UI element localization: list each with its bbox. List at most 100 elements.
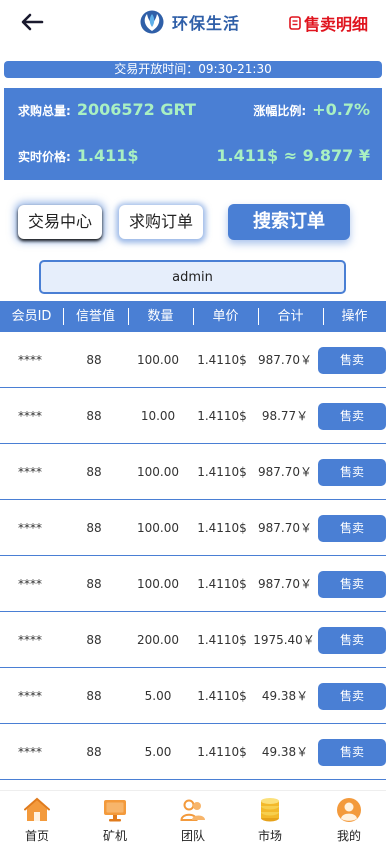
change-ratio-value: +0.7% — [312, 100, 370, 119]
table-row: **** 88 100.00 1.4110$ 987.70￥ 售卖 — [0, 556, 386, 612]
tab-home[interactable]: 首页 — [7, 797, 67, 844]
member-id-cell: **** — [18, 465, 42, 479]
sell-button[interactable]: 售卖 — [318, 571, 386, 598]
quantity-cell: 100.00 — [137, 577, 179, 591]
unit-price-cell: 1.4110$ — [197, 633, 247, 647]
sell-button[interactable]: 售卖 — [318, 459, 386, 486]
sell-button[interactable]: 售卖 — [318, 403, 386, 430]
member-id-cell: **** — [18, 633, 42, 647]
total-cell: 987.70￥ — [258, 465, 312, 479]
credit-cell: 88 — [86, 465, 102, 479]
member-id-cell: **** — [18, 409, 42, 423]
trade-center-button[interactable]: 交易中心 — [18, 205, 102, 239]
credit-cell: 88 — [86, 409, 102, 423]
sales-detail-link[interactable]: 售卖明细 — [289, 11, 368, 35]
member-id-cell: **** — [18, 745, 42, 759]
credit-cell: 88 — [86, 745, 102, 759]
credit-cell: 88 — [86, 633, 102, 647]
total-cell: 987.70￥ — [258, 577, 312, 591]
unit-price-cell: 1.4110$ — [197, 577, 247, 591]
tab-miner[interactable]: 矿机 — [85, 797, 145, 844]
unit-price-cell: 1.4110$ — [197, 409, 247, 423]
unit-price-cell: 1.4110$ — [197, 353, 247, 367]
credit-cell: 88 — [86, 689, 102, 703]
quantity-cell: 100.00 — [137, 521, 179, 535]
tab-market[interactable]: 市场 — [240, 797, 300, 844]
unit-price-cell: 1.4110$ — [197, 689, 247, 703]
tab-miner-label: 矿机 — [102, 829, 127, 843]
table-row: **** 88 100.00 1.4110$ 987.70￥ 售卖 — [0, 444, 386, 500]
unit-price-cell: 1.4110$ — [197, 521, 247, 535]
total-cell: 987.70￥ — [258, 353, 312, 367]
sell-button[interactable]: 售卖 — [318, 515, 386, 542]
home-icon — [24, 797, 50, 821]
quantity-cell: 5.00 — [144, 745, 172, 759]
total-buy-value: 2006572 GRT — [76, 100, 196, 119]
table-row: **** 88 100.00 1.4110$ 987.70￥ 售卖 — [0, 500, 386, 556]
sell-button[interactable]: 售卖 — [318, 627, 386, 654]
header: 环保生活 售卖明细 — [0, 0, 386, 44]
table-row: **** 88 200.00 1.4110$ 1975.40￥ 售卖 — [0, 612, 386, 668]
col-credit: 信誉值 — [75, 309, 115, 324]
trading-hours-banner: 交易开放时间：09:30-21:30 — [4, 61, 382, 78]
buy-orders-button[interactable]: 求购订单 — [119, 205, 203, 239]
price-conversion: 1.411$ ≈ 9.877 ¥ — [216, 146, 370, 165]
tab-market-label: 市场 — [257, 829, 282, 843]
total-cell: 1975.40￥ — [253, 633, 315, 647]
quantity-cell: 5.00 — [144, 689, 172, 703]
sales-detail-label: 售卖明细 — [303, 15, 368, 34]
realtime-price-value: 1.411$ — [76, 146, 139, 165]
tab-team-label: 团队 — [180, 829, 205, 843]
coins-icon — [261, 798, 279, 822]
back-arrow-icon[interactable] — [20, 12, 44, 32]
col-quantity: 数量 — [147, 309, 174, 324]
tab-mine[interactable]: 我的 — [319, 797, 379, 844]
total-cell: 98.77￥ — [261, 409, 309, 423]
receipt-icon — [289, 16, 301, 30]
quantity-cell: 100.00 — [137, 353, 179, 367]
col-action: 操作 — [341, 309, 368, 324]
tab-home-label: 首页 — [24, 829, 49, 843]
search-orders-button[interactable]: 搜索订单 — [228, 204, 350, 240]
sell-button[interactable]: 售卖 — [318, 739, 386, 766]
credit-cell: 88 — [86, 577, 102, 591]
credit-cell: 88 — [86, 353, 102, 367]
member-id-cell: **** — [18, 577, 42, 591]
change-ratio-label: 涨幅比例: — [253, 104, 307, 118]
tab-team[interactable]: 团队 — [163, 797, 223, 844]
table-row: **** 88 5.00 1.4110$ 49.38￥ 售卖 — [0, 724, 386, 780]
realtime-price-label: 实时价格: — [18, 150, 71, 164]
leaf-logo-icon — [140, 10, 164, 34]
brand: 环保生活 — [138, 9, 240, 35]
unit-price-cell: 1.4110$ — [197, 745, 247, 759]
quantity-cell: 100.00 — [137, 465, 179, 479]
table-row: **** 88 10.00 1.4110$ 98.77￥ 售卖 — [0, 388, 386, 444]
credit-cell: 88 — [86, 521, 102, 535]
search-input[interactable] — [39, 260, 346, 294]
stats-panel: 求购总量: 2006572 GRT 涨幅比例: +0.7% 实时价格: 1.41… — [4, 88, 382, 180]
total-cell: 49.38￥ — [261, 689, 309, 703]
bottom-tab-bar: 首页 矿机 团队 市场 我的 — [0, 790, 386, 846]
profile-icon — [337, 798, 361, 822]
member-id-cell: **** — [18, 521, 42, 535]
unit-price-cell: 1.4110$ — [197, 465, 247, 479]
col-total: 合计 — [277, 309, 304, 324]
team-icon — [180, 799, 205, 821]
member-id-cell: **** — [18, 689, 42, 703]
sell-button[interactable]: 售卖 — [318, 347, 386, 374]
app-title: 环保生活 — [172, 14, 241, 33]
tab-mine-label: 我的 — [336, 829, 361, 843]
col-unit-price: 单价 — [212, 309, 239, 324]
table-row: **** 88 100.00 1.4110$ 987.70￥ 售卖 — [0, 332, 386, 388]
quantity-cell: 200.00 — [137, 633, 179, 647]
monitor-icon — [104, 800, 126, 822]
sell-button[interactable]: 售卖 — [318, 683, 386, 710]
total-buy-label: 求购总量: — [18, 104, 71, 118]
member-id-cell: **** — [18, 353, 42, 367]
total-cell: 987.70￥ — [258, 521, 312, 535]
quantity-cell: 10.00 — [140, 409, 176, 423]
col-member-id: 会员ID — [11, 309, 52, 324]
total-cell: 49.38￥ — [261, 745, 309, 759]
table-header: 会员ID 信誉值 数量 单价 合计 操作 — [0, 301, 386, 332]
table-row: **** 88 5.00 1.4110$ 49.38￥ 售卖 — [0, 668, 386, 724]
